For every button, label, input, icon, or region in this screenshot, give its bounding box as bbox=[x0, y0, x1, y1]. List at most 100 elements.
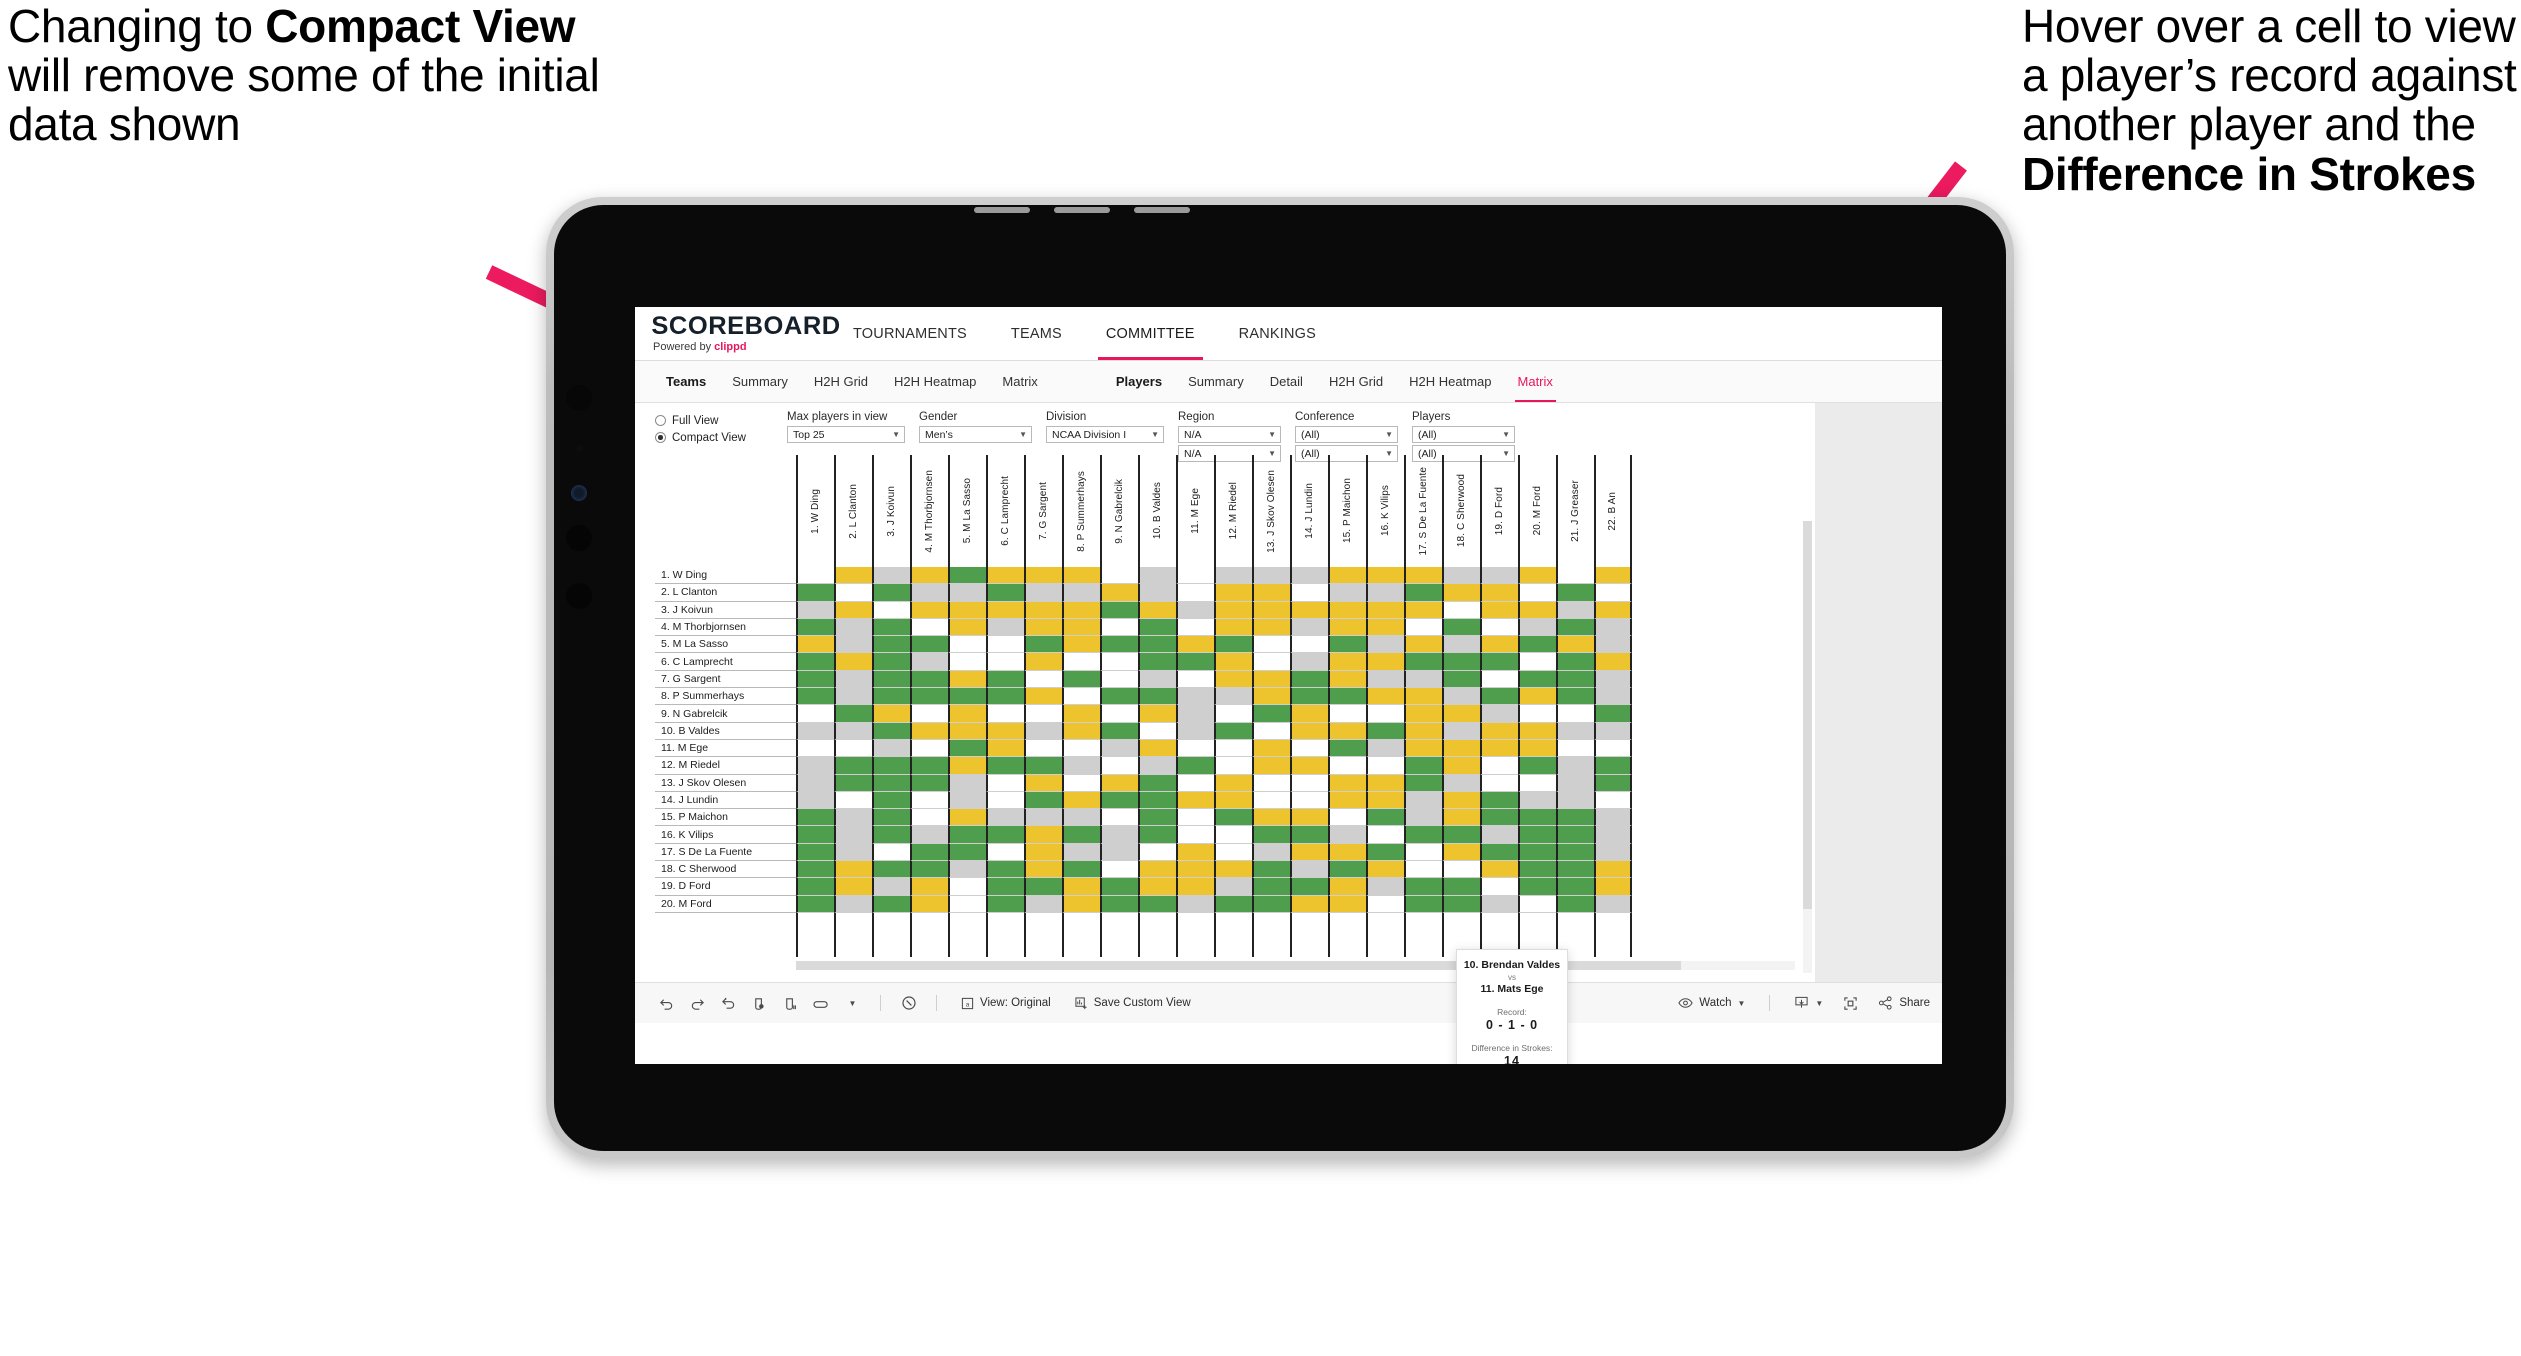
matrix-cell[interactable] bbox=[986, 757, 1024, 775]
matrix-cell[interactable] bbox=[1176, 618, 1214, 637]
matrix-cell[interactable] bbox=[1518, 567, 1556, 585]
matrix-cell[interactable] bbox=[1518, 722, 1556, 740]
matrix-cell[interactable] bbox=[834, 584, 872, 602]
matrix-cell[interactable] bbox=[1290, 809, 1328, 827]
matrix-cell[interactable] bbox=[796, 895, 834, 913]
matrix-cell[interactable] bbox=[1404, 774, 1442, 792]
matrix-cell[interactable] bbox=[1214, 653, 1252, 671]
matrix-cell[interactable] bbox=[1024, 739, 1062, 758]
matrix-cell[interactable] bbox=[1518, 757, 1556, 775]
matrix-cell[interactable] bbox=[1290, 567, 1328, 585]
matrix-cell[interactable] bbox=[1252, 861, 1290, 879]
matrix-cell[interactable] bbox=[1556, 584, 1594, 602]
matrix-cell[interactable] bbox=[948, 618, 986, 637]
matrix-cell[interactable] bbox=[1062, 567, 1100, 585]
matrix-cell[interactable] bbox=[1518, 809, 1556, 827]
filter-conference-select[interactable]: (All) ▼ bbox=[1295, 426, 1398, 443]
matrix-cell[interactable] bbox=[948, 826, 986, 844]
matrix-cell[interactable] bbox=[1252, 653, 1290, 671]
matrix-cell[interactable] bbox=[1366, 739, 1404, 758]
matrix-cell[interactable] bbox=[834, 722, 872, 740]
matrix-cell[interactable] bbox=[1176, 636, 1214, 654]
matrix-cell[interactable] bbox=[910, 895, 948, 913]
matrix-cell[interactable] bbox=[1138, 567, 1176, 585]
subnav-players-summary[interactable]: Summary bbox=[1175, 361, 1257, 402]
matrix-cell[interactable] bbox=[1480, 584, 1518, 602]
matrix-cell[interactable] bbox=[1556, 567, 1594, 585]
matrix-cell[interactable] bbox=[1214, 757, 1252, 775]
matrix-cell[interactable] bbox=[948, 739, 986, 758]
matrix-cell[interactable] bbox=[1404, 584, 1442, 602]
matrix-cell[interactable] bbox=[948, 861, 986, 879]
matrix-cell[interactable] bbox=[1100, 618, 1138, 637]
matrix-cell[interactable] bbox=[1442, 722, 1480, 740]
matrix-cell[interactable] bbox=[1024, 895, 1062, 913]
matrix-cell[interactable] bbox=[1480, 895, 1518, 913]
matrix-cell[interactable] bbox=[1214, 618, 1252, 637]
matrix-cell[interactable] bbox=[986, 705, 1024, 723]
matrix-cell[interactable] bbox=[796, 722, 834, 740]
matrix-cell[interactable] bbox=[1138, 601, 1176, 619]
matrix-cell[interactable] bbox=[1062, 826, 1100, 844]
matrix-cell[interactable] bbox=[1138, 843, 1176, 862]
matrix-cell[interactable] bbox=[796, 636, 834, 654]
matrix-cell[interactable] bbox=[1404, 722, 1442, 740]
matrix-cell[interactable] bbox=[872, 688, 910, 706]
matrix-cell[interactable] bbox=[1290, 791, 1328, 810]
matrix-cell[interactable] bbox=[1480, 757, 1518, 775]
matrix-cell[interactable] bbox=[948, 843, 986, 862]
matrix-cell[interactable] bbox=[948, 670, 986, 689]
matrix-cell[interactable] bbox=[1328, 895, 1366, 913]
matrix-cell[interactable] bbox=[1290, 705, 1328, 723]
matrix-cell[interactable] bbox=[796, 567, 834, 585]
matrix-cell[interactable] bbox=[1176, 774, 1214, 792]
matrix-cell[interactable] bbox=[1100, 688, 1138, 706]
matrix-cell[interactable] bbox=[1366, 878, 1404, 896]
matrix-cell[interactable] bbox=[1252, 774, 1290, 792]
matrix-cell[interactable] bbox=[796, 878, 834, 896]
matrix-cell[interactable] bbox=[872, 722, 910, 740]
matrix-cell[interactable] bbox=[872, 757, 910, 775]
matrix-cell[interactable] bbox=[948, 757, 986, 775]
matrix-cell[interactable] bbox=[948, 653, 986, 671]
matrix-cell[interactable] bbox=[1252, 705, 1290, 723]
matrix-cell[interactable] bbox=[1290, 739, 1328, 758]
matrix-cell[interactable] bbox=[834, 601, 872, 619]
matrix-cell[interactable] bbox=[986, 567, 1024, 585]
matrix-cell[interactable] bbox=[1176, 567, 1214, 585]
matrix-cell[interactable] bbox=[1100, 601, 1138, 619]
matrix-cell[interactable] bbox=[1214, 567, 1252, 585]
nav-item-rankings[interactable]: RANKINGS bbox=[1217, 307, 1338, 360]
matrix-cell[interactable] bbox=[1594, 653, 1632, 671]
matrix-cell[interactable] bbox=[1100, 878, 1138, 896]
matrix-cell[interactable] bbox=[1024, 878, 1062, 896]
matrix-cell[interactable] bbox=[948, 878, 986, 896]
filter-gender-select[interactable]: Men’s ▼ bbox=[919, 426, 1032, 443]
matrix-cell[interactable] bbox=[1024, 826, 1062, 844]
matrix-cell[interactable] bbox=[1252, 688, 1290, 706]
matrix-cell[interactable] bbox=[1290, 688, 1328, 706]
matrix-cell[interactable] bbox=[1176, 601, 1214, 619]
matrix-cell[interactable] bbox=[1366, 791, 1404, 810]
matrix-cell[interactable] bbox=[796, 757, 834, 775]
subnav-teams-summary[interactable]: Summary bbox=[719, 361, 801, 402]
matrix-cell[interactable] bbox=[1214, 826, 1252, 844]
matrix-cell[interactable] bbox=[948, 774, 986, 792]
matrix-cell[interactable] bbox=[834, 670, 872, 689]
matrix-cell[interactable] bbox=[1480, 791, 1518, 810]
matrix-cell[interactable] bbox=[986, 826, 1024, 844]
nav-item-committee[interactable]: COMMITTEE bbox=[1084, 307, 1217, 360]
matrix-cell[interactable] bbox=[1138, 878, 1176, 896]
matrix-cell[interactable] bbox=[1480, 705, 1518, 723]
matrix-cell[interactable] bbox=[1328, 705, 1366, 723]
matrix-cell[interactable] bbox=[1328, 757, 1366, 775]
matrix-cell[interactable] bbox=[986, 584, 1024, 602]
matrix-cell[interactable] bbox=[986, 809, 1024, 827]
matrix-cell[interactable] bbox=[1518, 618, 1556, 637]
matrix-cell[interactable] bbox=[1404, 895, 1442, 913]
matrix-cell[interactable] bbox=[1214, 774, 1252, 792]
matrix-cell[interactable] bbox=[1366, 722, 1404, 740]
matrix-cell[interactable] bbox=[796, 670, 834, 689]
matrix-cell[interactable] bbox=[1442, 636, 1480, 654]
matrix-cell[interactable] bbox=[1442, 670, 1480, 689]
